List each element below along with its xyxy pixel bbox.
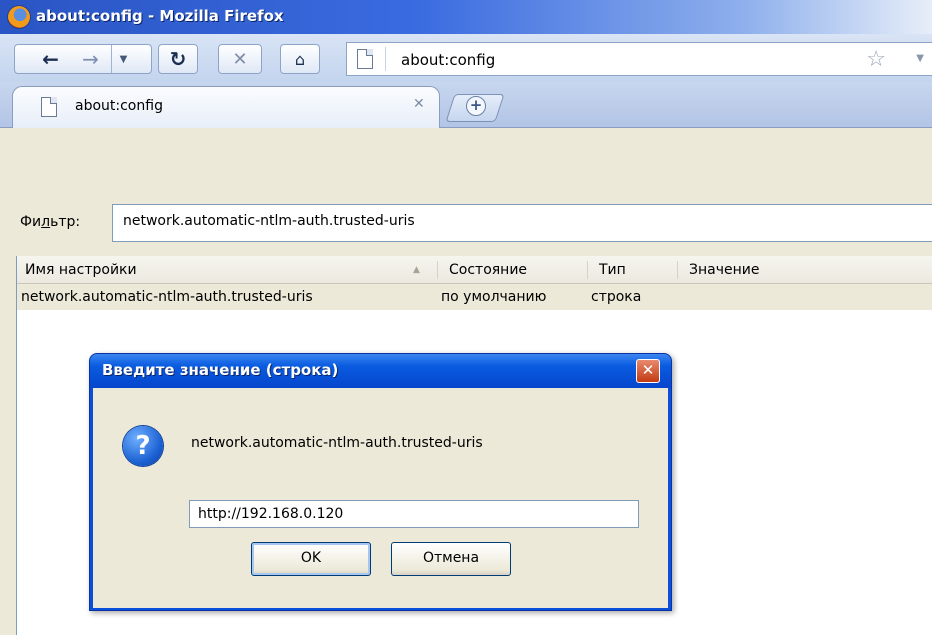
dialog-prompt: network.automatic-ntlm-auth.trusted-uris <box>191 435 483 451</box>
enter-value-dialog: Введите значение (строка) ✕ ? network.au… <box>89 353 672 611</box>
table-header: Имя настройки ▲ Состояние Тип Значение <box>17 256 932 284</box>
tab-page-icon <box>41 97 57 117</box>
title-bar[interactable]: about:config - Mozilla Firefox <box>0 0 932 34</box>
back-arrow-icon[interactable]: ← <box>31 45 71 73</box>
url-divider <box>385 47 386 71</box>
pref-name-cell: network.automatic-ntlm-auth.trusted-uris <box>21 289 313 305</box>
firefox-window: about:config - Mozilla Firefox ← → ▼ ↻ ✕… <box>0 0 932 635</box>
plus-icon[interactable]: + <box>466 96 486 116</box>
column-header-type[interactable]: Тип <box>599 262 626 278</box>
reload-icon[interactable]: ↻ <box>158 44 198 74</box>
column-divider[interactable] <box>437 261 438 279</box>
tab-strip: about:config ✕ + <box>0 82 932 128</box>
filter-label: Фильтр: <box>20 214 81 230</box>
firefox-logo-icon <box>8 6 30 28</box>
value-input[interactable]: http://192.168.0.120 <box>189 500 639 528</box>
back-forward-group: ← → ▼ <box>14 44 152 74</box>
dialog-body: ? network.automatic-ntlm-auth.trusted-ur… <box>93 388 668 608</box>
window-title: about:config - Mozilla Firefox <box>36 7 284 25</box>
column-header-value[interactable]: Значение <box>689 262 759 278</box>
stop-icon[interactable]: ✕ <box>218 44 262 74</box>
tab-close-icon[interactable]: ✕ <box>413 96 425 112</box>
pref-status-cell: по умолчанию <box>441 289 547 305</box>
tab-label: about:config <box>75 98 163 114</box>
home-icon[interactable]: ⌂ <box>280 44 320 74</box>
column-header-name[interactable]: Имя настройки <box>25 262 137 278</box>
tab-about-config[interactable]: about:config ✕ <box>12 86 440 128</box>
star-icon[interactable]: ☆ <box>866 47 886 72</box>
ok-button[interactable]: OK <box>251 542 371 576</box>
navigation-toolbar: ← → ▼ ↻ ✕ ⌂ about:config ☆ ▼ <box>0 34 932 82</box>
url-bar[interactable]: about:config ☆ ▼ <box>346 42 932 76</box>
forward-arrow-icon[interactable]: → <box>71 45 111 73</box>
sort-ascending-icon: ▲ <box>413 265 420 275</box>
dialog-title: Введите значение (строка) <box>102 361 339 379</box>
url-history-chevron-icon[interactable]: ▼ <box>916 53 924 64</box>
column-divider[interactable] <box>677 261 678 279</box>
close-icon[interactable]: ✕ <box>636 359 660 383</box>
filter-input[interactable]: network.automatic-ntlm-auth.trusted-uris <box>112 204 932 242</box>
url-text[interactable]: about:config <box>401 51 495 69</box>
dialog-title-bar[interactable]: Введите значение (строка) ✕ <box>90 354 671 388</box>
page-icon <box>357 49 373 69</box>
table-row[interactable]: network.automatic-ntlm-auth.trusted-uris… <box>17 284 932 310</box>
cancel-button[interactable]: Отмена <box>391 542 511 576</box>
column-divider[interactable] <box>587 261 588 279</box>
question-icon: ? <box>123 426 163 466</box>
chevron-down-icon[interactable]: ▼ <box>110 45 136 73</box>
pref-type-cell: строка <box>591 289 642 305</box>
column-header-status[interactable]: Состояние <box>449 262 527 278</box>
